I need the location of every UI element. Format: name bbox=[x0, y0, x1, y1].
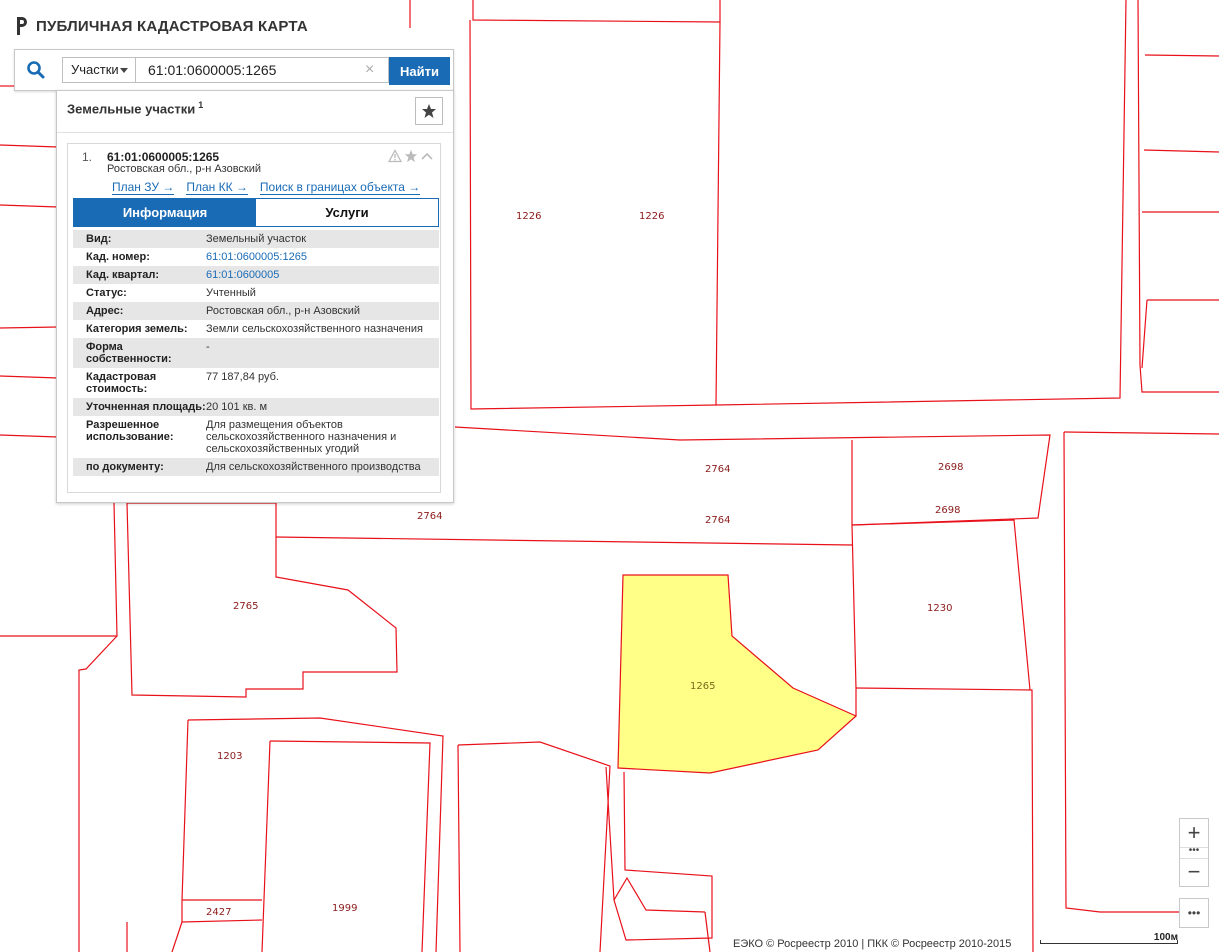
tab-services[interactable]: Услуги bbox=[256, 199, 438, 226]
property-row: Адрес: Ростовская обл., р-н Азовский bbox=[73, 302, 439, 320]
property-value-link[interactable]: 61:01:0600005 bbox=[206, 269, 439, 281]
search-panel: Участки × Найти Земельные участки1 1. 61… bbox=[14, 49, 454, 503]
logo-icon bbox=[17, 17, 27, 35]
property-value: 77 187,84 руб. bbox=[206, 371, 279, 383]
link-plan-kk[interactable]: План КК → bbox=[186, 181, 248, 195]
object-type-label: Участки bbox=[71, 62, 119, 77]
result-cad-number[interactable]: 61:01:0600005:1265 bbox=[107, 150, 219, 164]
property-key: по документу: bbox=[86, 461, 164, 473]
property-key: Кад. квартал: bbox=[86, 269, 160, 281]
property-row: по документу: Для сельскохозяйственного … bbox=[73, 458, 439, 476]
star-icon[interactable] bbox=[404, 149, 418, 163]
search-bar: Участки × Найти bbox=[14, 49, 454, 91]
tab-info[interactable]: Информация bbox=[74, 199, 256, 226]
property-value-link[interactable]: 61:01:0600005:1265 bbox=[206, 251, 439, 263]
favorites-button[interactable] bbox=[415, 97, 443, 125]
app-title: ПУБЛИЧНАЯ КАДАСТРОВАЯ КАРТА bbox=[36, 17, 308, 35]
parcel-label: 2764 bbox=[705, 464, 730, 475]
link-plan-zu[interactable]: План ЗУ → bbox=[112, 181, 175, 195]
property-row: Вид: Земельный участок bbox=[73, 230, 439, 248]
property-row: Кад. номер: 61:01:0600005:1265 bbox=[73, 248, 439, 266]
result-card: 1. 61:01:0600005:1265 Ростовская обл., р… bbox=[67, 143, 441, 493]
property-value: - bbox=[206, 341, 210, 353]
property-value: Учтенный bbox=[206, 287, 256, 299]
property-key: Адрес: bbox=[86, 305, 124, 317]
property-row: Категория земель: Земли сельскохозяйстве… bbox=[73, 320, 439, 338]
copyright: ЕЭКО © Росреестр 2010 | ПКК © Росреестр … bbox=[733, 938, 1012, 950]
property-row: Форма собственности: - bbox=[73, 338, 439, 368]
zoom-out-button[interactable]: − bbox=[1180, 858, 1208, 886]
property-key: Форма собственности: bbox=[86, 341, 172, 365]
property-value: Земельный участок bbox=[206, 233, 307, 245]
parcel-label-selected: 1265 bbox=[690, 681, 715, 692]
result-tabs: Информация Услуги bbox=[73, 198, 439, 227]
property-row: Разрешенное использование: Для размещени… bbox=[73, 416, 439, 458]
clear-icon[interactable]: × bbox=[365, 61, 374, 79]
parcel-label: 1226 bbox=[639, 211, 664, 222]
scale-bar: 100м bbox=[1040, 932, 1178, 946]
property-key: Кад. номер: bbox=[86, 251, 150, 263]
property-key: Категория земель: bbox=[86, 323, 188, 335]
zoom-in-button[interactable]: + bbox=[1180, 819, 1208, 847]
parcel-label: 1999 bbox=[332, 903, 357, 914]
chevron-up-icon[interactable] bbox=[420, 149, 434, 163]
parcel-label: 1226 bbox=[516, 211, 541, 222]
parcel-label: 2764 bbox=[705, 515, 730, 526]
result-index: 1. bbox=[82, 150, 93, 164]
parcel-label: 1230 bbox=[927, 603, 952, 614]
search-input[interactable] bbox=[136, 57, 389, 83]
parcel-label: 2427 bbox=[206, 907, 231, 918]
results-count: 1 bbox=[198, 100, 204, 110]
scale-label: 100м bbox=[1153, 932, 1178, 943]
parcel-label: 2764 bbox=[417, 511, 442, 522]
object-type-select[interactable]: Участки bbox=[62, 57, 136, 83]
selected-parcel-1265[interactable] bbox=[617, 574, 858, 774]
result-address: Ростовская обл., р-н Азовский bbox=[107, 163, 262, 175]
property-key: Уточненная площадь: bbox=[86, 401, 206, 413]
property-row: Статус: Учтенный bbox=[73, 284, 439, 302]
property-key: Статус: bbox=[86, 287, 127, 299]
divider bbox=[57, 132, 453, 133]
search-icon[interactable] bbox=[26, 60, 46, 80]
parcel-label: 2698 bbox=[938, 462, 963, 473]
property-key: Вид: bbox=[86, 233, 112, 245]
find-button[interactable]: Найти bbox=[389, 57, 450, 85]
results-heading: Земельные участки 1 bbox=[67, 100, 203, 116]
property-key: Кадастровая стоимость: bbox=[86, 371, 157, 395]
link-search-within[interactable]: Поиск в границах объекта → bbox=[259, 181, 421, 195]
parcel-label: 1203 bbox=[217, 751, 242, 762]
more-tools-button[interactable]: ••• bbox=[1179, 898, 1209, 928]
zoom-control: + ••• − bbox=[1179, 818, 1209, 887]
warning-icon[interactable] bbox=[388, 149, 402, 163]
property-key: Разрешенное использование: bbox=[86, 419, 174, 443]
property-value: Ростовская обл., р-н Азовский bbox=[206, 305, 361, 317]
property-value: 20 101 кв. м bbox=[206, 401, 268, 413]
property-value: Для размещения объектов сельскохозяйстве… bbox=[206, 419, 397, 455]
star-icon bbox=[422, 104, 436, 118]
parcel-label: 2765 bbox=[233, 601, 258, 612]
results-title: Земельные участки bbox=[67, 101, 196, 117]
results-panel: Земельные участки 1 1. 61:01:0600005:1265… bbox=[56, 90, 454, 503]
card-controls bbox=[388, 149, 434, 163]
property-row: Кад. квартал: 61:01:0600005 bbox=[73, 266, 439, 284]
app-brand: ПУБЛИЧНАЯ КАДАСТРОВАЯ КАРТА bbox=[15, 15, 308, 37]
properties-table: Вид: Земельный участок Кад. номер: 61:01… bbox=[73, 230, 439, 476]
result-links: План ЗУ → План КК → Поиск в границах объ… bbox=[112, 181, 421, 195]
property-row: Кадастровая стоимость: 77 187,84 руб. bbox=[73, 368, 439, 398]
parcel-label: 2698 bbox=[935, 505, 960, 516]
chevron-down-icon bbox=[120, 68, 128, 73]
property-value: Земли сельскохозяйственного назначения bbox=[206, 323, 423, 335]
property-row: Уточненная площадь: 20 101 кв. м bbox=[73, 398, 439, 416]
property-value: Для сельскохозяйственного производства bbox=[206, 461, 421, 473]
